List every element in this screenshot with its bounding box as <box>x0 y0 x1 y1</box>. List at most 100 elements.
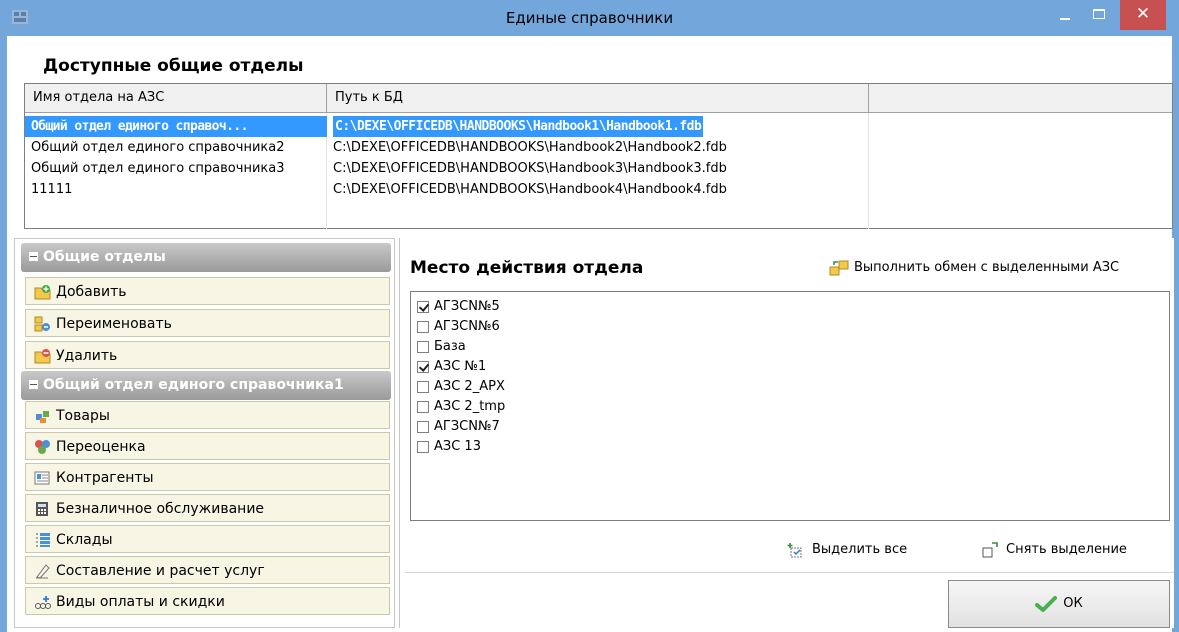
checkbox-checked[interactable] <box>417 361 429 373</box>
select-all-button[interactable]: Выделить все <box>784 538 907 562</box>
payment-icon <box>35 596 51 609</box>
exchange-icon <box>829 260 849 276</box>
warehouse-icon <box>36 533 50 547</box>
exchange-label: Выполнить обмен с выделенными АЗС <box>854 260 1120 275</box>
station-checkbox[interactable]: АГЗСN№6 <box>417 318 500 336</box>
maximize-button[interactable] <box>1082 0 1116 30</box>
nav-label: Безналичное обслуживание <box>56 501 265 517</box>
station-checkbox[interactable]: АГЗСN№5 <box>417 298 500 316</box>
grid-header: Имя отдела на АЗС Путь к БД <box>25 84 1172 113</box>
title-bar: Единые справочники ✕ <box>0 0 1179 36</box>
services-icon <box>36 564 50 579</box>
checkbox[interactable] <box>417 381 429 393</box>
collapse-icon <box>29 252 38 261</box>
delete-button[interactable]: Удалить <box>25 341 390 369</box>
row-path-text: C:\DEXE\OFFICEDB\HANDBOOKS\Handbook1\Han… <box>333 116 704 137</box>
checkbox-checked[interactable] <box>417 301 429 313</box>
checkbox[interactable] <box>417 441 429 453</box>
departments-grid[interactable]: Имя отдела на АЗС Путь к БД Общий отдел … <box>24 83 1173 229</box>
checkbox[interactable] <box>417 321 429 333</box>
exchange-button[interactable]: Выполнить обмен с выделенными АЗС <box>826 256 1119 280</box>
group-title: Общий отдел единого справочника1 <box>43 377 344 393</box>
column-header-name[interactable]: Имя отдела на АЗС <box>25 84 327 112</box>
row-path: C:\DEXE\OFFICEDB\HANDBOOKS\Handbook2\Han… <box>333 140 727 155</box>
select-all-label: Выделить все <box>812 542 908 557</box>
station-checkbox[interactable]: АЗС №1 <box>417 358 486 376</box>
row-path: C:\DEXE\OFFICEDB\HANDBOOKS\Handbook3\Han… <box>333 161 727 176</box>
station-label: АГЗСN№7 <box>434 419 500 434</box>
maximize-icon <box>1093 9 1105 19</box>
nav-label: Добавить <box>56 284 127 300</box>
station-label: АГЗСN№5 <box>434 299 500 314</box>
sidebar-item-cashless[interactable]: Безналичное обслуживание <box>25 494 390 522</box>
station-label: База <box>434 339 466 354</box>
checkbox[interactable] <box>417 401 429 413</box>
table-row[interactable]: Общий отдел единого справоч... C:\DEXE\O… <box>25 116 1172 137</box>
rename-icon <box>34 316 50 332</box>
sidebar-item-contractors[interactable]: Контрагенты <box>25 463 390 491</box>
sidebar-item-payment[interactable]: Виды оплаты и скидки <box>25 587 390 615</box>
nav-label: Контрагенты <box>56 470 154 486</box>
row-path: C:\DEXE\OFFICEDB\HANDBOOKS\Handbook4\Han… <box>333 182 727 197</box>
station-checkbox[interactable]: АГЗСN№7 <box>417 418 500 436</box>
group-header-common[interactable]: Общие отделы <box>21 243 391 272</box>
column-header-path[interactable]: Путь к БД <box>327 84 869 112</box>
revaluation-icon <box>35 440 50 454</box>
ok-button[interactable]: ОК <box>948 580 1170 628</box>
window-title: Единые справочники <box>505 9 674 27</box>
station-label: АЗС 2_tmp <box>434 399 506 414</box>
minimize-button[interactable] <box>1048 0 1082 30</box>
group-header-department[interactable]: Общий отдел единого справочника1 <box>21 371 391 400</box>
location-title: Место действия отдела <box>410 258 644 278</box>
station-checklist: АГЗСN№5 АГЗСN№6 База АЗС №1 АЗС 2_АРХ АЗ… <box>410 291 1170 521</box>
add-folder-icon <box>34 285 51 300</box>
select-all-icon <box>787 543 802 558</box>
deselect-all-button[interactable]: Снять выделение <box>978 538 1127 562</box>
nav-label: Переименовать <box>56 316 172 332</box>
ok-label: ОК <box>1063 596 1083 611</box>
add-button[interactable]: Добавить <box>25 277 390 305</box>
checkmark-icon <box>1035 595 1058 612</box>
deselect-all-label: Снять выделение <box>1006 542 1127 557</box>
table-row[interactable]: Общий отдел единого справочника3 C:\DEXE… <box>25 158 1172 179</box>
close-button[interactable]: ✕ <box>1120 0 1166 30</box>
deselect-all-icon <box>982 542 998 558</box>
table-row[interactable]: Общий отдел единого справочника2 C:\DEXE… <box>25 137 1172 158</box>
station-label: АГЗСN№6 <box>434 319 500 334</box>
sidebar-item-services[interactable]: Составление и расчет услуг <box>25 556 390 584</box>
collapse-icon <box>29 380 38 389</box>
row-name: Общий отдел единого справоч... <box>25 116 327 137</box>
sidebar-item-warehouses[interactable]: Склады <box>25 525 390 553</box>
rename-button[interactable]: Переименовать <box>25 309 390 337</box>
sidebar: Общие отделы Добавить Переименовать Удал… <box>14 238 395 628</box>
footer-divider <box>405 572 1174 573</box>
nav-label: Переоценка <box>56 439 146 455</box>
nav-label: Склады <box>56 532 113 548</box>
table-row[interactable]: 11111 C:\DEXE\OFFICEDB\HANDBOOKS\Handboo… <box>25 179 1172 200</box>
station-checkbox[interactable]: База <box>417 338 466 356</box>
delete-folder-icon <box>34 349 51 364</box>
calculator-icon <box>36 502 48 516</box>
nav-label: Удалить <box>56 348 118 364</box>
row-name: Общий отдел единого справочника3 <box>31 161 285 176</box>
close-icon: ✕ <box>1135 4 1151 24</box>
column-header-empty <box>869 84 1172 112</box>
station-label: АЗС №1 <box>434 359 487 374</box>
nav-label: Товары <box>56 408 110 424</box>
checkbox[interactable] <box>417 341 429 353</box>
checkbox[interactable] <box>417 421 429 433</box>
station-checkbox[interactable]: АЗС 2_tmp <box>417 398 505 416</box>
sidebar-item-revaluation[interactable]: Переоценка <box>25 432 390 460</box>
row-name: Общий отдел единого справочника2 <box>31 140 285 155</box>
goods-icon <box>36 411 49 423</box>
row-path: C:\DEXE\OFFICEDB\HANDBOOKS\Handbook1\Han… <box>327 116 869 137</box>
departments-title: Доступные общие отделы <box>43 56 304 76</box>
contractors-icon <box>34 471 50 485</box>
station-checkbox[interactable]: АЗС 13 <box>417 438 481 456</box>
nav-label: Виды оплаты и скидки <box>56 594 225 610</box>
station-label: АЗС 13 <box>434 439 481 454</box>
nav-label: Составление и расчет услуг <box>56 563 265 579</box>
sidebar-item-goods[interactable]: Товары <box>25 401 390 429</box>
group-title: Общие отделы <box>43 249 166 265</box>
station-checkbox[interactable]: АЗС 2_АРХ <box>417 378 505 396</box>
